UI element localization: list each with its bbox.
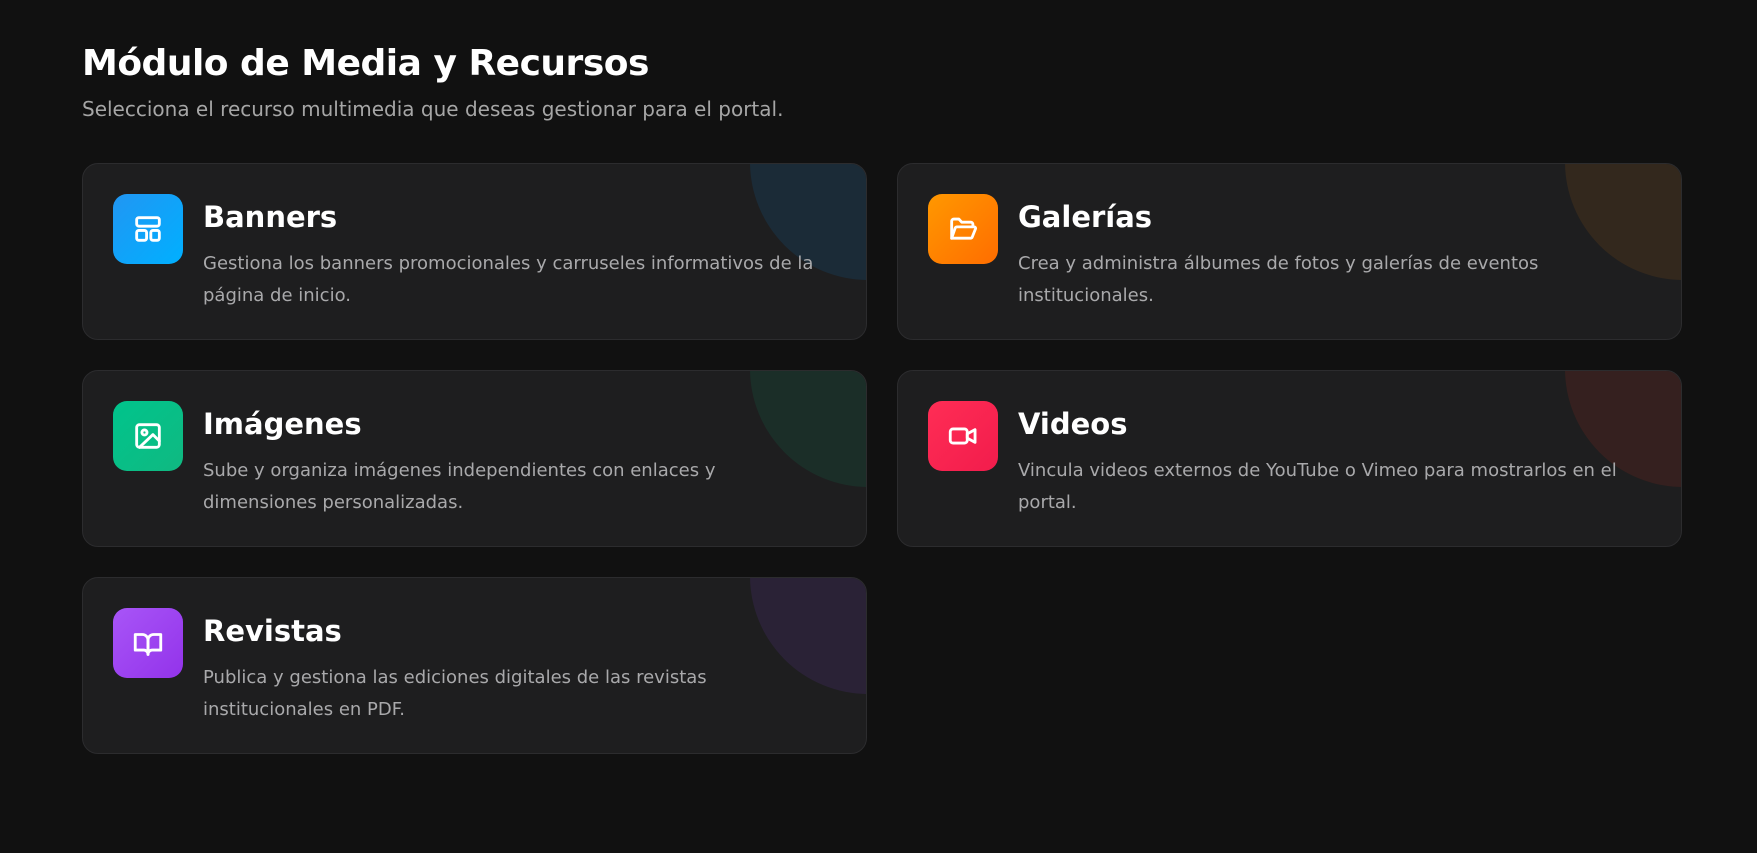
layout-icon [113,194,183,264]
folder-open-icon [928,194,998,264]
card-banners[interactable]: Banners Gestiona los banners promocional… [82,163,867,340]
card-galerias[interactable]: Galerías Crea y administra álbumes de fo… [897,163,1682,340]
card-title: Revistas [203,614,342,648]
media-module-page: Módulo de Media y Recursos Selecciona el… [0,0,1757,853]
card-revistas[interactable]: Revistas Publica y gestiona las edicione… [82,577,867,754]
card-description: Gestiona los banners promocionales y car… [203,253,814,306]
card-description: Sube y organiza imágenes independientes … [203,460,716,513]
video-camera-icon [928,401,998,471]
card-description: Publica y gestiona las ediciones digital… [203,667,707,720]
card-description: Crea y administra álbumes de fotos y gal… [1018,253,1539,306]
card-title: Galerías [1018,200,1153,234]
card-description: Vincula videos externos de YouTube o Vim… [1018,460,1617,513]
card-title: Imágenes [203,407,362,441]
card-videos[interactable]: Videos Vincula videos externos de YouTub… [897,370,1682,547]
book-open-icon [113,608,183,678]
page-title: Módulo de Media y Recursos [82,43,649,84]
resource-grid: Banners Gestiona los banners promocional… [82,163,1682,754]
page-subtitle: Selecciona el recurso multimedia que des… [82,97,784,121]
card-imagenes[interactable]: Imágenes Sube y organiza imágenes indepe… [82,370,867,547]
card-title: Banners [203,200,338,234]
image-icon [113,401,183,471]
card-title: Videos [1018,407,1128,441]
